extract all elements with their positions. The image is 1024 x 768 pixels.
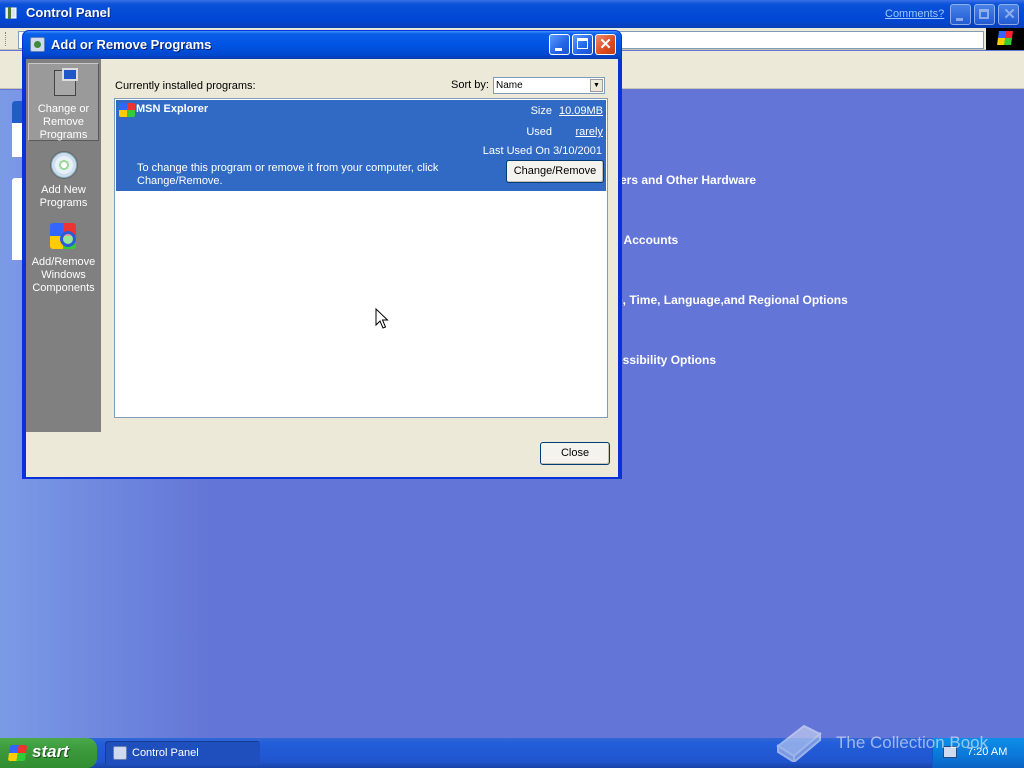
windows-logo-icon: [7, 745, 28, 761]
change-remove-button[interactable]: Change/Remove: [506, 160, 604, 183]
change-remove-programs-icon: [48, 68, 80, 100]
windows-throbber: [986, 28, 1024, 50]
arp-titlebar[interactable]: Add or Remove Programs ✕: [23, 31, 621, 59]
sidebar-add-new-programs[interactable]: Add New Programs: [28, 149, 99, 219]
program-row-msn-explorer[interactable]: MSN Explorer Size 10.09MB Used rarely La…: [116, 100, 606, 191]
taskbar-item-label: Control Panel: [132, 747, 199, 759]
start-button[interactable]: start: [0, 738, 97, 768]
cd-icon: [48, 149, 80, 181]
close-button[interactable]: Close: [540, 442, 610, 465]
toolbar-grip: [5, 32, 8, 46]
add-remove-programs-window: Add or Remove Programs ✕ Change or Remov…: [22, 30, 622, 479]
size-label: Size: [530, 105, 552, 117]
windows-logo-icon: [997, 31, 1013, 45]
comments-link[interactable]: Comments?: [885, 8, 944, 20]
sort-by-select[interactable]: Name ▼: [493, 77, 605, 94]
category-printers-hardware[interactable]: ters and Other Hardware: [616, 173, 756, 187]
program-name: MSN Explorer: [136, 103, 209, 115]
last-used: Last Used On 3/10/2001: [482, 145, 602, 157]
control-panel-title: Control Panel: [26, 5, 111, 20]
sort-by-label: Sort by:: [451, 79, 489, 91]
taskbar-item-control-panel[interactable]: Control Panel: [105, 741, 260, 765]
book-icon: [776, 724, 822, 762]
msn-explorer-icon: [119, 103, 135, 117]
arp-body: Change or Remove Programs Add New Progra…: [26, 59, 618, 477]
program-description: To change this program or remove it from…: [137, 162, 439, 187]
control-panel-icon: [5, 7, 17, 19]
size-value-link[interactable]: 10.09MB: [559, 105, 603, 117]
used-value-link[interactable]: rarely: [575, 126, 603, 138]
sidebar-item-label: Add New Programs: [39, 184, 88, 209]
arp-minimize-button[interactable]: [549, 34, 570, 55]
control-panel-icon: [113, 746, 127, 760]
watermark-text: The Collection Book: [836, 733, 989, 752]
sidebar-item-label: Change or Remove Programs: [37, 103, 90, 141]
restore-icon: [979, 9, 989, 19]
sidebar-change-remove-programs[interactable]: Change or Remove Programs: [28, 63, 99, 141]
close-icon: ✕: [1003, 6, 1016, 23]
windows-components-icon: [48, 221, 80, 253]
chevron-down-icon[interactable]: ▼: [590, 79, 603, 92]
sidebar-add-remove-windows-components[interactable]: Add/Remove Windows Components: [28, 221, 99, 297]
cp-minimize-button[interactable]: [950, 4, 971, 25]
close-icon: ✕: [599, 36, 612, 53]
maximize-icon: [577, 38, 588, 49]
arp-footer: Close: [26, 432, 618, 477]
arp-title: Add or Remove Programs: [51, 37, 212, 52]
control-panel-titlebar[interactable]: Control Panel Comments? ✕: [0, 0, 1024, 28]
add-remove-programs-icon: [30, 37, 45, 52]
installed-programs-label: Currently installed programs:: [115, 80, 256, 92]
mouse-cursor-icon: [375, 308, 389, 329]
arp-maximize-button[interactable]: [572, 34, 593, 55]
sort-by-value: Name: [496, 80, 523, 91]
cp-restore-button[interactable]: [974, 4, 995, 25]
category-accessibility[interactable]: essibility Options: [616, 353, 716, 367]
category-date-time-language[interactable]: e, Time, Language,and Regional Options: [616, 293, 848, 307]
cp-close-button[interactable]: ✕: [998, 4, 1019, 25]
watermark: The Collection Book: [774, 718, 1024, 768]
category-user-accounts[interactable]: r Accounts: [616, 233, 678, 247]
minimize-icon: [555, 48, 562, 51]
used-label: Used: [526, 126, 552, 138]
programs-list[interactable]: MSN Explorer Size 10.09MB Used rarely La…: [114, 98, 608, 418]
arp-sidebar: Change or Remove Programs Add New Progra…: [26, 59, 101, 432]
sidebar-item-label: Add/Remove Windows Components: [31, 256, 96, 294]
minimize-icon: [956, 18, 963, 21]
arp-close-x-button[interactable]: ✕: [595, 34, 616, 55]
start-label: start: [32, 742, 69, 761]
arp-main-panel: Currently installed programs: Sort by: N…: [101, 59, 618, 432]
